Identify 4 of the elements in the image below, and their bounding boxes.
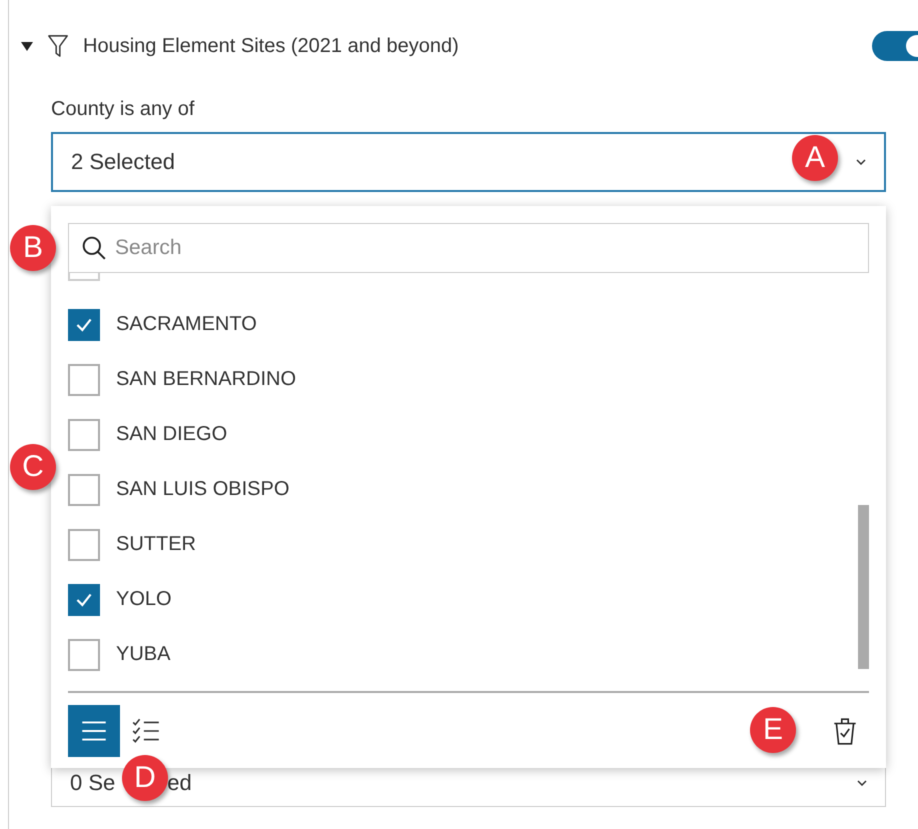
callout-badge: C [10, 444, 56, 490]
filter-label: County is any of [51, 98, 196, 122]
layer-title: Housing Element Sites (2021 and beyond) [83, 34, 460, 58]
callout-badge: B [10, 225, 56, 271]
